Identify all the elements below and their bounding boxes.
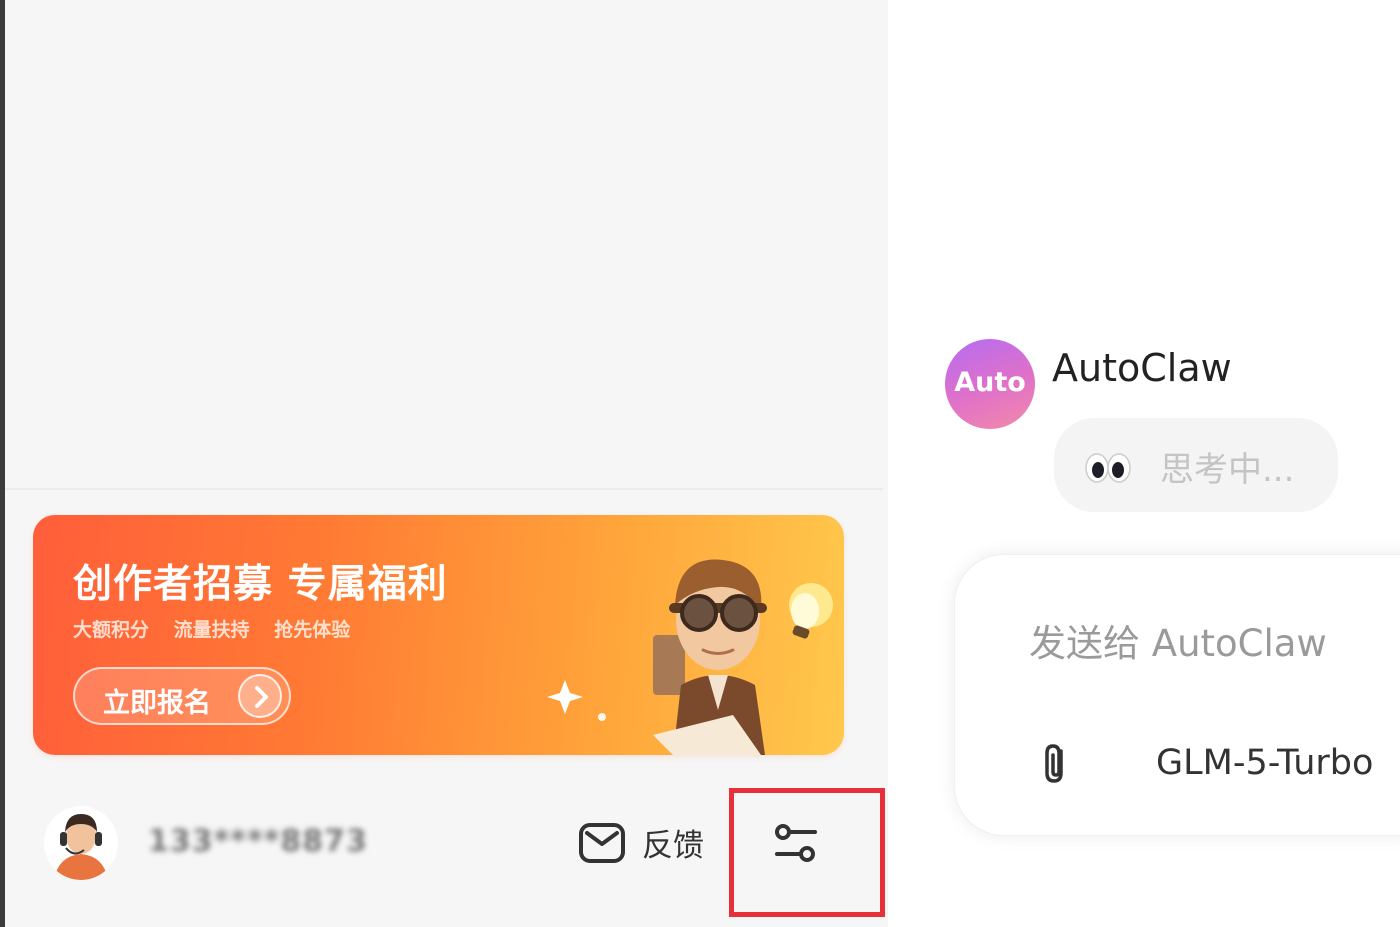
highlight-box bbox=[729, 788, 885, 917]
promo-subtitle-item: 流量扶持 bbox=[173, 619, 250, 641]
user-avatar-image bbox=[54, 814, 108, 880]
creator-promo-banner[interactable]: 创作者招募 专属福利 大额积分 流量扶持 抢先体验 立即报名 bbox=[33, 515, 844, 755]
creator-illustration bbox=[547, 559, 833, 755]
app-window: 创作者招募 专属福利 大额积分 流量扶持 抢先体验 立即报名 133****88… bbox=[0, 0, 1400, 927]
thinking-indicator: 思考中... bbox=[1054, 418, 1338, 512]
agent-avatar: Auto bbox=[945, 339, 1035, 429]
eyes-icon bbox=[1085, 453, 1131, 483]
promo-title: 创作者招募 专属福利 bbox=[73, 562, 448, 607]
message-composer: 发送给 AutoClaw GLM-5-Turbo bbox=[954, 554, 1400, 836]
attach-button[interactable] bbox=[1039, 741, 1073, 787]
mail-icon bbox=[579, 823, 625, 863]
agent-avatar-label: Auto bbox=[954, 367, 1026, 398]
thinking-text: 思考中... bbox=[1160, 450, 1295, 490]
signup-button[interactable]: 立即报名 bbox=[73, 667, 291, 725]
user-avatar[interactable] bbox=[44, 806, 118, 880]
agent-name: AutoClaw bbox=[1052, 346, 1232, 390]
feedback-label: 反馈 bbox=[642, 828, 704, 864]
chevron-right-icon bbox=[238, 674, 282, 718]
signup-button-label: 立即报名 bbox=[103, 688, 211, 719]
sidebar-divider bbox=[5, 488, 883, 490]
username: 133****8873 bbox=[148, 824, 368, 859]
message-input[interactable]: 发送给 AutoClaw bbox=[1029, 613, 1327, 667]
model-selector[interactable]: GLM-5-Turbo bbox=[1156, 743, 1373, 783]
promo-subtitle-item: 抢先体验 bbox=[274, 619, 351, 641]
promo-subtitle: 大额积分 流量扶持 抢先体验 bbox=[73, 615, 368, 642]
paperclip-icon bbox=[1045, 744, 1063, 783]
promo-subtitle-item: 大额积分 bbox=[73, 619, 150, 641]
